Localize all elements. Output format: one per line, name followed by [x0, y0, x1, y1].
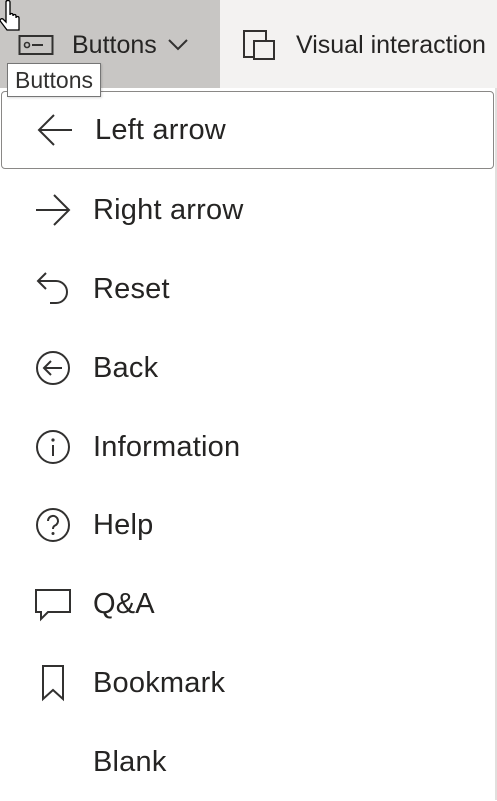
qna-icon	[34, 585, 72, 623]
bookmark-icon	[34, 664, 72, 702]
menu-item-label: Q&A	[93, 587, 155, 620]
chevron-down-icon	[167, 38, 189, 52]
menu-item-label: Information	[93, 430, 241, 463]
menu-item-help[interactable]: Help	[0, 486, 495, 564]
menu-item-right-arrow[interactable]: Right arrow	[0, 171, 495, 249]
menu-item-label: Reset	[93, 272, 170, 305]
left-arrow-icon	[36, 111, 74, 149]
visual-interactions-button[interactable]: Visual interaction	[220, 0, 497, 90]
reset-icon	[34, 270, 72, 308]
menu-item-label: Help	[93, 508, 154, 541]
menu-item-blank[interactable]: Blank	[0, 723, 495, 801]
buttons-dropdown-menu: Left arrow Right arrow Reset Back Inform…	[0, 88, 497, 800]
buttons-tooltip: Buttons	[7, 63, 101, 97]
menu-item-reset[interactable]: Reset	[0, 250, 495, 328]
visual-interactions-label: Visual interaction	[296, 30, 486, 59]
info-icon	[34, 428, 72, 466]
help-icon	[34, 506, 72, 544]
menu-item-qna[interactable]: Q&A	[0, 565, 495, 643]
menu-item-left-arrow[interactable]: Left arrow	[1, 91, 494, 169]
visual-interactions-icon	[242, 29, 278, 61]
right-arrow-icon	[34, 191, 72, 229]
menu-item-label: Left arrow	[95, 113, 226, 146]
hand-cursor-icon	[0, 0, 22, 42]
menu-item-label: Right arrow	[93, 193, 244, 226]
menu-item-label: Bookmark	[93, 666, 226, 699]
button-icon	[18, 33, 54, 57]
menu-item-label: Blank	[93, 745, 167, 778]
menu-item-bookmark[interactable]: Bookmark	[0, 644, 495, 722]
menu-item-label: Back	[93, 351, 159, 384]
menu-item-back[interactable]: Back	[0, 329, 495, 407]
back-circle-icon	[34, 349, 72, 387]
menu-item-information[interactable]: Information	[0, 408, 495, 486]
buttons-label: Buttons	[72, 30, 157, 59]
